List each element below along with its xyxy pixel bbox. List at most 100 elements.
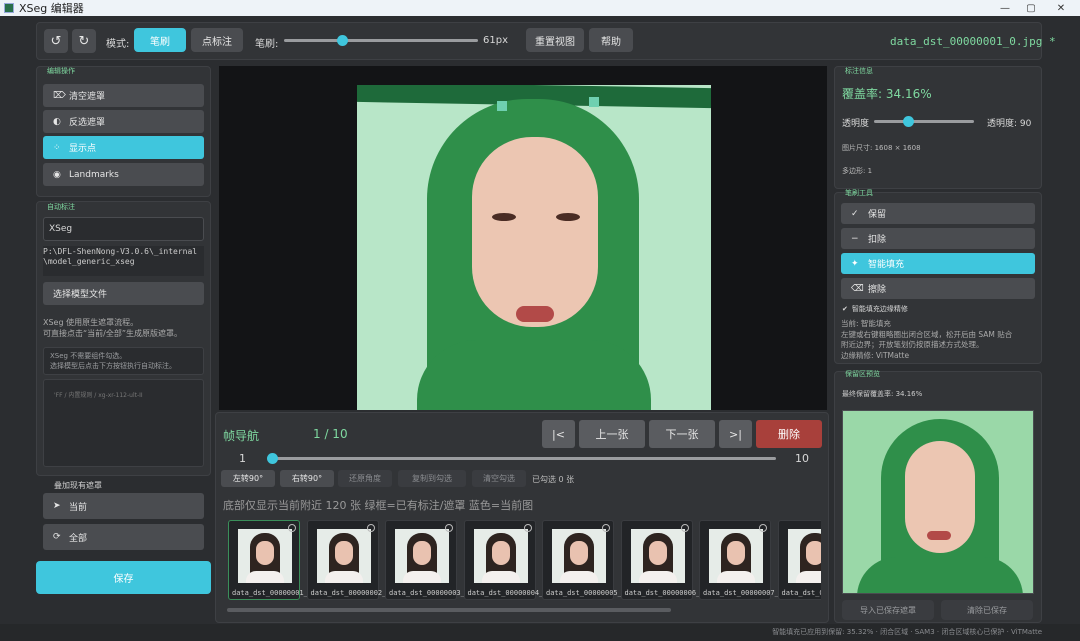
- all-button[interactable]: ⟳ 全部: [43, 524, 204, 550]
- points-icon: ⁘: [53, 142, 61, 153]
- thumbnail-item[interactable]: data_dst_00000006_0: [620, 520, 705, 600]
- thumbnail-item[interactable]: data_dst_00000005_0: [542, 520, 626, 600]
- thumbnail-checkbox[interactable]: [445, 524, 453, 532]
- xseg-hint: XSeg 不需要组件勾选。 选择模型后点击下方按钮执行自动标注。: [43, 347, 204, 375]
- thumbnail-checkbox[interactable]: [680, 524, 689, 532]
- thumbnail-image: [395, 529, 449, 583]
- info-line: 可直接点击“当前/全部”生成原版遮罩。: [43, 329, 182, 338]
- show-points-button[interactable]: ⁘ 显示点: [43, 136, 204, 159]
- mode-point-button[interactable]: 点标注: [191, 28, 243, 52]
- invert-icon: ◐: [53, 116, 61, 127]
- preview-mouth: [927, 531, 951, 540]
- check-icon: ✓: [851, 208, 859, 219]
- reset-view-button[interactable]: 重置视图: [526, 28, 584, 52]
- mode-brush-button[interactable]: 笔刷: [134, 28, 186, 52]
- thumbnail-item[interactable]: data_dst_00000001_0: [228, 520, 312, 600]
- all-label: 全部: [69, 533, 88, 544]
- landmarks-button[interactable]: ◉ Landmarks: [43, 163, 204, 186]
- invert-mask-button[interactable]: ◐ 反选遮罩: [43, 110, 204, 133]
- image-canvas[interactable]: [219, 66, 827, 410]
- thumbnail-image: [316, 529, 371, 583]
- left-eye: [492, 213, 516, 221]
- mouth: [516, 306, 554, 322]
- thumbnail-item[interactable]: data_dst_00000007_0: [699, 520, 783, 600]
- thumbnail-checkbox[interactable]: [366, 524, 375, 532]
- clear-checked-button[interactable]: 清空勾选: [472, 470, 526, 487]
- rotate-left-button[interactable]: 左转90°: [221, 470, 275, 487]
- frame-slider[interactable]: [270, 457, 776, 460]
- thumbnail-scrollbar[interactable]: [227, 608, 671, 612]
- restore-angle-button[interactable]: 还原角度: [338, 470, 392, 487]
- thumbnail-item[interactable]: data_dst_00000003_0: [385, 520, 469, 600]
- invert-mask-label: 反选遮罩: [69, 118, 106, 128]
- opacity-value: 透明度: 90: [987, 119, 1032, 129]
- edit-ops-title: 编辑操作: [47, 67, 75, 75]
- coverage-label: 覆盖率: 34.16%: [842, 87, 932, 101]
- opacity-slider[interactable]: [874, 120, 974, 123]
- select-model-button[interactable]: 选择模型文件: [43, 282, 204, 305]
- next-frame-button[interactable]: 下一张: [649, 420, 715, 448]
- keep-button[interactable]: ✓ 保留: [841, 203, 1035, 224]
- frame-nav-title: 帧导航: [223, 429, 260, 443]
- model-select[interactable]: XSeg: [43, 217, 204, 241]
- close-icon[interactable]: ✕: [1046, 0, 1076, 16]
- opacity-slider-handle[interactable]: [903, 116, 914, 127]
- title-bar: XSeg 编辑器 — ▢ ✕: [0, 0, 1080, 16]
- frame-counter: 1 / 10: [313, 427, 348, 441]
- keep-label: 保留: [868, 210, 887, 220]
- remove-button[interactable]: − 扣除: [841, 228, 1035, 249]
- first-frame-button[interactable]: |<: [542, 420, 575, 448]
- clear-saved-button[interactable]: 清除已保存: [941, 600, 1033, 620]
- window-title: XSeg 编辑器: [19, 2, 84, 15]
- desc-line: 边缘精修: ViTMatte: [841, 350, 910, 360]
- smart-fill-button[interactable]: ✦ 智能填充: [841, 253, 1035, 274]
- brush-label: 笔刷:: [255, 39, 279, 50]
- save-button[interactable]: 保存: [36, 561, 211, 594]
- rotate-right-button[interactable]: 右转90°: [280, 470, 334, 487]
- brush-slider[interactable]: [284, 39, 478, 42]
- checkbox-check-icon: ✔: [842, 305, 848, 313]
- thumb-legend: 底部仅显示当前附近 120 张 绿框=已有标注/遮罩 蓝色=当前图: [223, 499, 534, 512]
- thumbnail-caption: data_dst_00000007_0: [703, 589, 784, 597]
- thumbnail-checkbox[interactable]: [523, 524, 532, 532]
- thumbnail-item[interactable]: data_dst_00000002_0: [306, 520, 391, 600]
- thumbnail-caption: data_dst_00000006_0: [624, 589, 705, 597]
- delete-button[interactable]: 删除: [756, 420, 822, 448]
- erase-label: 擦除: [868, 285, 887, 295]
- last-frame-button[interactable]: >|: [719, 420, 752, 448]
- thumbnail-checkbox[interactable]: [602, 524, 610, 532]
- import-saved-button[interactable]: 导入已保存遮罩: [842, 600, 934, 620]
- app-icon: [4, 3, 14, 13]
- hair-clip: [497, 101, 507, 111]
- thumbnail-checkbox[interactable]: [759, 524, 767, 532]
- image-size: 图片尺寸: 1608 × 1608: [842, 144, 921, 152]
- erase-button[interactable]: ⌫ 擦除: [841, 278, 1035, 299]
- brush-size-value: 61px: [483, 35, 508, 46]
- thumbnail-caption: data_dst_0: [781, 589, 822, 597]
- preview-image: [842, 410, 1034, 594]
- help-button[interactable]: 帮助: [589, 28, 633, 52]
- eye-icon: ◉: [53, 169, 61, 180]
- thumbnail-image: [787, 529, 821, 583]
- redo-icon[interactable]: ↻: [72, 29, 96, 53]
- current-button[interactable]: ➤ 当前: [43, 493, 204, 519]
- status-text: 智能填充已应用到保留: 35.32% · 闭合区域 · SAM3 · 闭合区域核…: [772, 628, 1042, 636]
- maximize-icon[interactable]: ▢: [1016, 0, 1046, 16]
- thumbnail-image: [552, 529, 606, 583]
- thumbnail-checkbox[interactable]: [288, 524, 296, 532]
- final-coverage: 最终保留覆盖率: 34.16%: [842, 390, 923, 398]
- copy-to-checked-button[interactable]: 复制到勾选: [398, 470, 466, 487]
- log-textarea[interactable]: 'FF / 内置规则 / xg-xr-112-ult-II: [43, 379, 204, 467]
- frame-slider-handle[interactable]: [267, 453, 278, 464]
- thumbnail-item[interactable]: data_dst_00000004_0: [463, 520, 548, 600]
- edge-refine-checkbox[interactable]: ✔ 智能填充边缘精修: [842, 304, 908, 314]
- prev-frame-button[interactable]: 上一张: [579, 420, 645, 448]
- opacity-label: 透明度: [842, 119, 870, 129]
- thumbnail-strip: data_dst_00000001_0 data_dst_00000002_0 da…: [225, 515, 821, 615]
- thumbnail-item[interactable]: data_dst_0: [777, 520, 822, 600]
- undo-icon[interactable]: ↺: [44, 29, 68, 53]
- clear-mask-button[interactable]: ⌦ 清空遮罩: [43, 84, 204, 107]
- desc-line: 附近边界；开放笔划仍按原描述方式处理。: [841, 340, 984, 349]
- slider-min: 1: [239, 452, 246, 465]
- refresh-icon: ⟳: [53, 532, 61, 542]
